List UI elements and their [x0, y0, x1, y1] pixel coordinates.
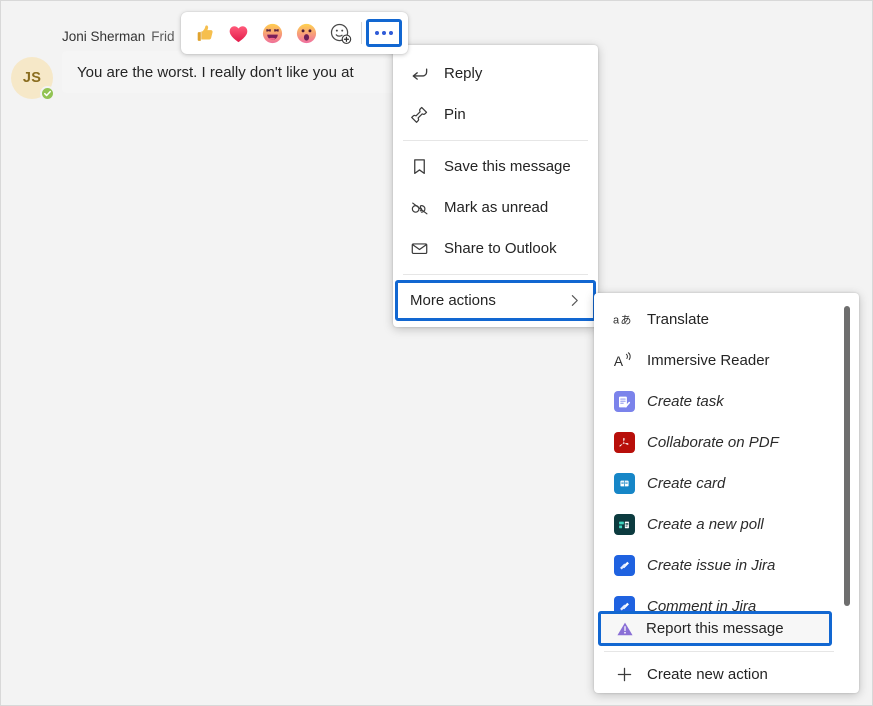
- surprised-reaction[interactable]: [289, 16, 323, 50]
- menu-item-label: Share to Outlook: [444, 240, 557, 257]
- ellipsis-icon: [382, 31, 386, 35]
- translate-icon: a あ: [612, 308, 636, 332]
- submenu-scrollbar[interactable]: [844, 306, 850, 606]
- jira-app-icon: [612, 554, 636, 578]
- polls-app-icon: [612, 513, 636, 537]
- menu-item-pin[interactable]: Pin: [393, 94, 598, 135]
- submenu-item-report-this-message[interactable]: Report this message: [598, 611, 832, 646]
- reaction-toolbar: [181, 12, 408, 54]
- message-bubble: You are the worst. I really don't like y…: [62, 51, 402, 93]
- immersive-reader-icon: A: [612, 349, 636, 373]
- submenu-item-create-task[interactable]: Create task: [594, 381, 859, 422]
- menu-item-reply[interactable]: Reply: [393, 53, 598, 94]
- menu-item-label: Pin: [444, 106, 466, 123]
- menu-item-mark-as-unread[interactable]: Mark as unread: [393, 187, 598, 228]
- svg-text:a: a: [613, 314, 620, 326]
- envelope-icon: [410, 239, 436, 258]
- submenu-item-collaborate-on-pdf[interactable]: Collaborate on PDF: [594, 422, 859, 463]
- submenu-item-label: Immersive Reader: [647, 352, 770, 369]
- submenu-item-label: Create task: [647, 393, 724, 410]
- submenu-item-create-a-new-poll[interactable]: Create a new poll: [594, 504, 859, 545]
- menu-item-label: Reply: [444, 65, 482, 82]
- more-actions-submenu: a あ Translate A Immersive Reader: [594, 293, 859, 693]
- more-options-button[interactable]: [366, 19, 402, 47]
- svg-text:A: A: [614, 354, 624, 369]
- menu-item-more-actions[interactable]: More actions: [395, 280, 596, 321]
- laugh-reaction[interactable]: [255, 16, 289, 50]
- message-text: You are the worst. I really don't like y…: [77, 64, 354, 81]
- submenu-item-create-card[interactable]: Create card: [594, 463, 859, 504]
- toolbar-divider: [361, 22, 362, 44]
- add-reaction-icon[interactable]: [323, 16, 357, 50]
- menu-item-save-this-message[interactable]: Save this message: [393, 146, 598, 187]
- submenu-item-label: Translate: [647, 311, 709, 328]
- submenu-item-label: Create a new poll: [647, 516, 764, 533]
- thumbs-up-reaction[interactable]: [187, 16, 221, 50]
- submenu-item-label: Create new action: [647, 666, 768, 683]
- menu-item-label: More actions: [410, 292, 496, 309]
- chevron-right-icon: [566, 292, 583, 309]
- mark-unread-icon: [410, 198, 436, 218]
- submenu-separator: [604, 651, 834, 652]
- submenu-item-label: Create issue in Jira: [647, 557, 775, 574]
- submenu-item-label: Collaborate on PDF: [647, 434, 779, 451]
- bookmark-icon: [410, 157, 436, 176]
- menu-item-label: Mark as unread: [444, 199, 548, 216]
- submenu-item-label: Create card: [647, 475, 725, 492]
- ellipsis-icon: [389, 31, 393, 35]
- heart-reaction[interactable]: [221, 16, 255, 50]
- message-context-menu: Reply Pin Save this message Mark: [393, 45, 598, 327]
- submenu-item-create-new-action[interactable]: Create new action: [594, 655, 859, 693]
- screenshot-frame: JS Joni Sherman Frid You are the worst. I…: [0, 0, 873, 706]
- pin-icon: [410, 105, 436, 124]
- menu-separator: [403, 140, 588, 141]
- menu-item-share-to-outlook[interactable]: Share to Outlook: [393, 228, 598, 269]
- svg-text:あ: あ: [620, 313, 631, 326]
- cards-app-icon: [612, 472, 636, 496]
- message-header: Joni Sherman Frid: [62, 29, 175, 44]
- presence-available-icon: [40, 86, 55, 101]
- avatar-initials: JS: [23, 70, 41, 86]
- menu-separator: [403, 274, 588, 275]
- message-author: Joni Sherman: [62, 29, 145, 44]
- tasks-app-icon: [612, 390, 636, 414]
- adobe-pdf-app-icon: [612, 431, 636, 455]
- submenu-item-label: Report this message: [646, 620, 784, 637]
- message-timestamp: Frid: [151, 29, 174, 44]
- report-warning-icon: [614, 620, 636, 638]
- submenu-item-translate[interactable]: a あ Translate: [594, 299, 859, 340]
- reply-arrow-icon: [410, 64, 436, 83]
- submenu-item-create-issue-in-jira[interactable]: Create issue in Jira: [594, 545, 859, 586]
- ellipsis-icon: [375, 31, 379, 35]
- plus-icon: [612, 665, 636, 684]
- submenu-item-immersive-reader[interactable]: A Immersive Reader: [594, 340, 859, 381]
- menu-item-label: Save this message: [444, 158, 571, 175]
